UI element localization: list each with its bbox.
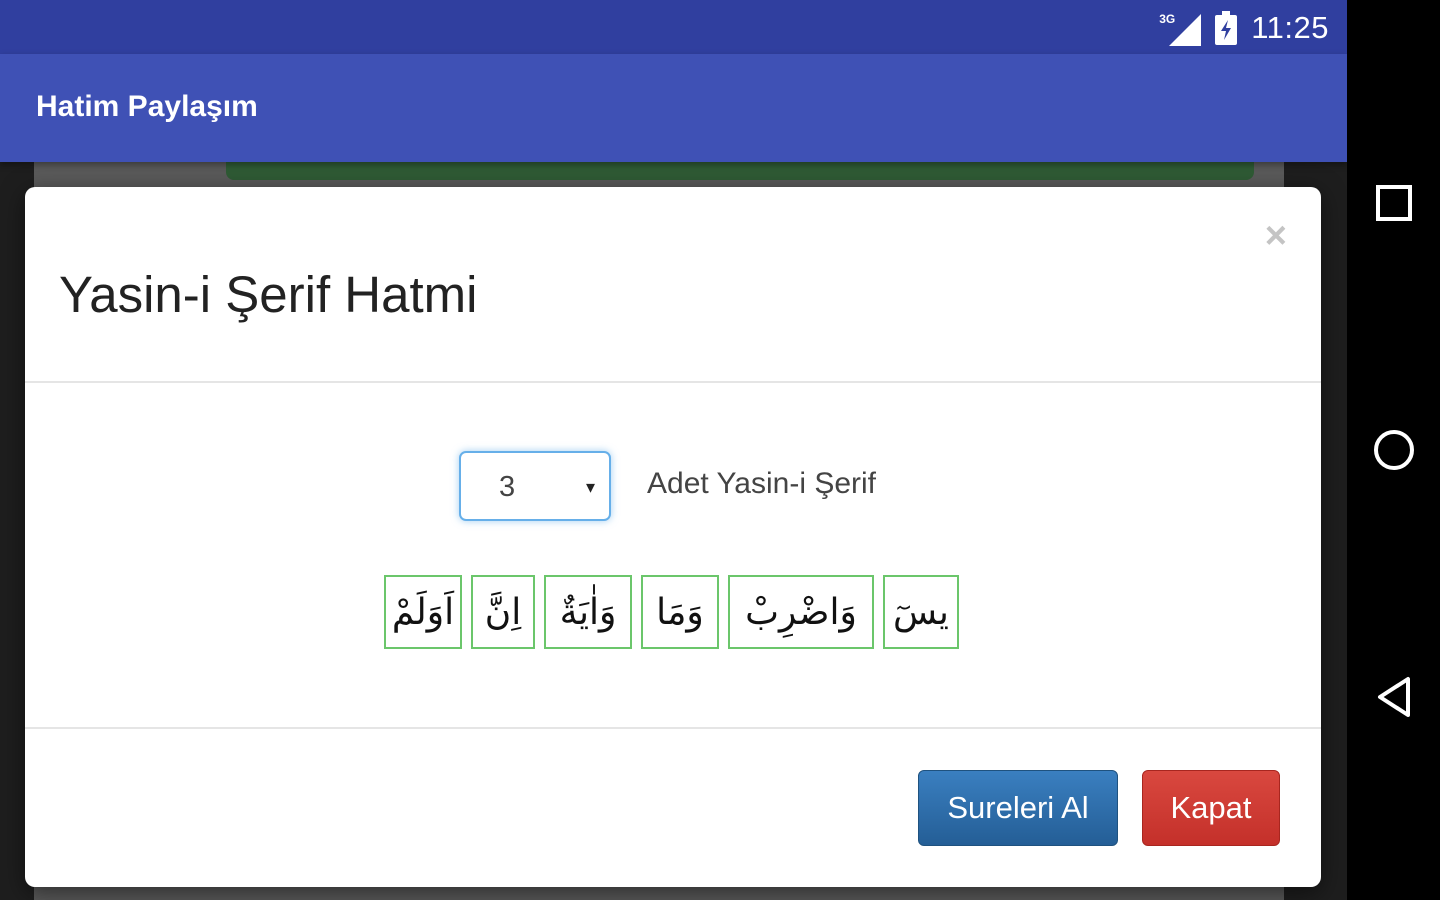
square-icon <box>1375 185 1412 221</box>
navigation-bar <box>1347 0 1440 900</box>
modal-header: Yasin-i Şerif Hatmi × <box>25 187 1321 383</box>
status-clock: 11:25 <box>1251 10 1329 45</box>
close-icon[interactable]: × <box>1265 217 1287 255</box>
modal-footer: Sureleri Al Kapat <box>25 729 1321 887</box>
chevron-down-icon: ▾ <box>585 477 595 497</box>
get-surahs-button[interactable]: Sureleri Al <box>918 770 1118 846</box>
surah-word-box[interactable]: وَاٰيَةٌ <box>544 575 632 649</box>
surah-word-box[interactable]: وَاضْرِبْ <box>728 575 874 649</box>
background-green-bar <box>226 162 1254 180</box>
surah-word-box[interactable]: وَمَا <box>641 575 719 649</box>
recents-button[interactable] <box>1347 163 1440 243</box>
count-label: Adet Yasin-i Şerif <box>647 467 876 500</box>
surah-word-strip: يسٓ وَاضْرِبْ وَمَا وَاٰيَةٌ اِنَّ اَوَل… <box>384 575 959 649</box>
back-button[interactable] <box>1347 657 1440 737</box>
count-select[interactable]: 3 ▾ <box>459 451 611 521</box>
modal-title: Yasin-i Şerif Hatmi <box>59 266 478 323</box>
battery-icon <box>1215 11 1238 45</box>
modal-body: 3 ▾ Adet Yasin-i Şerif يسٓ وَاضْرِبْ وَم… <box>25 383 1321 729</box>
status-icons: 3G 11:25 <box>1159 8 1329 48</box>
yasin-modal: Yasin-i Şerif Hatmi × 3 ▾ Adet Yasin-i Ş… <box>25 187 1321 887</box>
signal-icon <box>1169 14 1202 46</box>
circle-icon <box>1373 430 1414 470</box>
close-button[interactable]: Kapat <box>1142 770 1280 846</box>
home-button[interactable] <box>1347 410 1440 490</box>
signal-indicator: 3G <box>1159 10 1202 46</box>
status-bar: 3G 11:25 <box>0 0 1347 54</box>
app-bar: Hatim Paylaşım <box>0 54 1347 162</box>
app-title: Hatim Paylaşım <box>36 90 258 123</box>
surah-word-box[interactable]: يسٓ <box>883 575 959 649</box>
surah-word-box[interactable]: اِنَّ <box>471 575 535 649</box>
count-select-value: 3 <box>499 471 516 503</box>
surah-word-box[interactable]: اَوَلَمْ <box>384 575 462 649</box>
triangle-back-icon <box>1377 677 1410 717</box>
